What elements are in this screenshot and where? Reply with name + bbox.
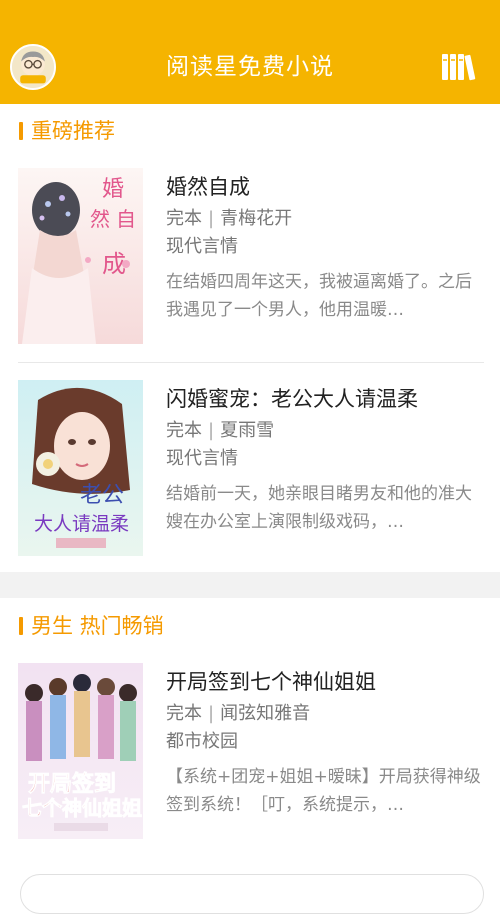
book-cover[interactable]: 开局签到 七个神仙姐姐: [18, 663, 143, 839]
book-description: 结婚前一天，她亲眼目睹男友和他的准大嫂在办公室上演限制级戏码，…: [166, 484, 472, 532]
book-author: 夏雨雪: [220, 420, 275, 441]
section-title: 男生 热门畅销: [31, 614, 164, 638]
svg-text:婚: 婚: [102, 177, 124, 202]
meta-separator: |: [208, 208, 215, 229]
book-author: 闻弦知雅音: [220, 703, 311, 724]
svg-text:老公: 老公: [80, 483, 124, 508]
book-category: 现代言情: [166, 448, 238, 469]
book-cover[interactable]: 老公 大人请温柔: [18, 380, 143, 556]
book-status: 完本: [166, 420, 202, 441]
book-meta: 完本 | 青梅花开: [166, 206, 292, 232]
section-accent-bar: [19, 617, 23, 635]
book-item[interactable]: 开局签到 七个神仙姐姐 开局签到七个神仙姐姐 完本 | 闻弦知雅音 都市校园 【系统…: [0, 663, 500, 863]
section-title: 重磅推荐: [31, 119, 115, 143]
book-title[interactable]: 开局签到七个神仙姐姐: [166, 667, 376, 697]
svg-text:七个神仙姐姐: 七个神仙姐姐: [22, 796, 142, 820]
app-title: 阅读星免费小说: [166, 54, 334, 80]
section-header-recommended: 重磅推荐: [0, 108, 500, 154]
book-description: 【系统+团宠+姐姐+暧昧】开局获得神级签到系统！［叮，系统提示，…: [166, 767, 481, 815]
book-description: 在结婚四周年这天，我被逼离婚了。之后我遇见了一个男人，他用温暖…: [166, 272, 472, 320]
bookshelf-icon[interactable]: [440, 50, 478, 84]
book-author: 青梅花开: [220, 208, 293, 229]
book-title[interactable]: 闪婚蜜宠：老公大人请温柔: [166, 384, 418, 414]
book-category: 现代言情: [166, 236, 238, 257]
book-cover[interactable]: 婚 然 自 成: [18, 168, 143, 344]
section-header-male-bestsellers: 男生 热门畅销: [0, 603, 500, 649]
svg-text:大人请温柔: 大人请温柔: [34, 513, 129, 535]
section-accent-bar: [19, 122, 23, 140]
load-more-button[interactable]: [20, 874, 484, 914]
app-header: 阅读星免费小说: [0, 0, 500, 104]
svg-text:然: 然: [90, 207, 110, 231]
list-divider: [18, 362, 484, 363]
meta-separator: |: [208, 703, 215, 724]
book-status: 完本: [166, 703, 202, 724]
book-meta: 完本 | 闻弦知雅音: [166, 701, 310, 727]
book-title[interactable]: 婚然自成: [166, 172, 250, 202]
svg-text:自: 自: [116, 207, 136, 231]
section-gap: [0, 572, 500, 598]
book-item[interactable]: 婚 然 自 成 婚然自成 完本 | 青梅花开 现代言情 在结婚四周年这天，我被逼离婚…: [0, 168, 500, 368]
meta-separator: |: [208, 420, 215, 441]
svg-text:开局签到: 开局签到: [28, 771, 116, 797]
book-item[interactable]: 老公 大人请温柔 闪婚蜜宠：老公大人请温柔 完本 | 夏雨雪 现代言情 结婚前一天，…: [0, 380, 500, 580]
book-meta: 完本 | 夏雨雪: [166, 418, 274, 444]
book-category: 都市校园: [166, 731, 238, 752]
book-status: 完本: [166, 208, 202, 229]
